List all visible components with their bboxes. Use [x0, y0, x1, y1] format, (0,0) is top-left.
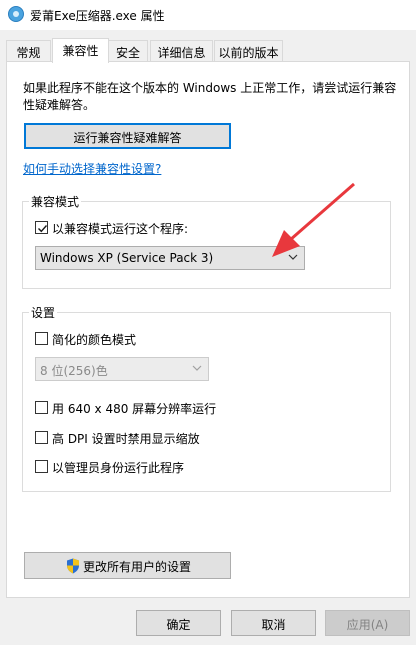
checkbox-checked-icon [35, 221, 48, 234]
tab-compatibility[interactable]: 兼容性 [52, 38, 109, 63]
compat-mode-label: 以兼容模式运行这个程序: [52, 222, 189, 236]
ok-button[interactable]: 确定 [136, 610, 221, 636]
uac-shield-icon [67, 558, 79, 574]
checkbox-unchecked-icon [35, 401, 48, 414]
checkbox-unchecked-icon [35, 431, 48, 444]
window-title: 爱莆Exe压缩器.exe 属性 [30, 9, 165, 23]
os-version-value: Windows XP (Service Pack 3) [40, 251, 214, 265]
compat-mode-title: 兼容模式 [29, 193, 82, 210]
checkbox-unchecked-icon [35, 332, 48, 345]
app-icon [8, 6, 24, 22]
settings-group: 设置 简化的颜色模式 8 位(256)色 用 640 x 480 屏幕分辨率运行… [22, 304, 391, 492]
reduced-color-label: 简化的颜色模式 [52, 333, 137, 347]
checkbox-unchecked-icon [35, 460, 48, 473]
cancel-button[interactable]: 取消 [231, 610, 316, 636]
title-bar: 爱莆Exe压缩器.exe 属性 [0, 0, 416, 30]
tab-security[interactable]: 安全 [108, 40, 148, 62]
change-all-users-label: 更改所有用户的设置 [83, 560, 192, 574]
change-all-users-button[interactable]: 更改所有用户的设置 [24, 552, 231, 579]
apply-button[interactable]: 应用(A) [325, 610, 410, 636]
tab-details[interactable]: 详细信息 [150, 40, 213, 62]
tab-general[interactable]: 常规 [6, 40, 51, 62]
compatibility-panel: 如果此程序不能在这个版本的 Windows 上正常工作，请尝试运行兼容性疑难解答… [6, 61, 410, 598]
red-arrow-annotation [272, 182, 355, 257]
color-depth-value: 8 位(256)色 [40, 364, 108, 378]
manual-settings-link[interactable]: 如何手动选择兼容性设置? [23, 160, 161, 177]
color-depth-select[interactable]: 8 位(256)色 [35, 357, 209, 381]
tab-previous-versions[interactable]: 以前的版本 [214, 40, 283, 62]
settings-title: 设置 [29, 304, 58, 321]
chevron-down-icon [192, 365, 202, 371]
run-admin-label: 以管理员身份运行此程序 [52, 461, 185, 475]
intro-text: 如果此程序不能在这个版本的 Windows 上正常工作，请尝试运行兼容性疑难解答… [23, 81, 397, 112]
run-640-label: 用 640 x 480 屏幕分辨率运行 [52, 402, 217, 416]
high-dpi-label: 高 DPI 设置时禁用显示缩放 [52, 432, 200, 446]
troubleshoot-button[interactable]: 运行兼容性疑难解答 [24, 123, 231, 149]
